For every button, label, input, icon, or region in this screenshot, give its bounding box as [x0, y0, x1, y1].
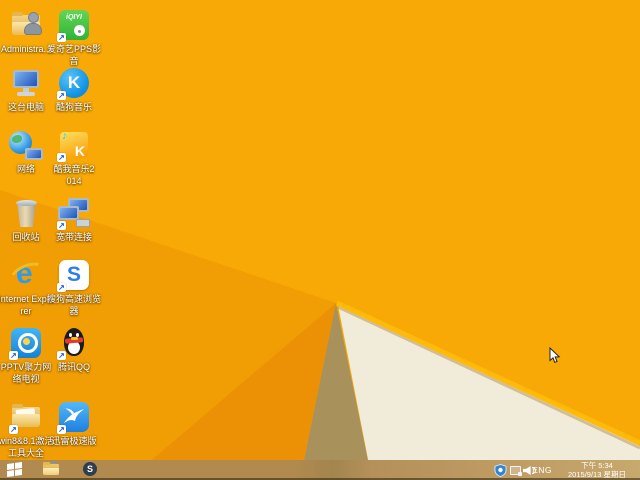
desktop-icon-sogou-browser[interactable]: S ↗ 搜狗高速浏览器 [45, 258, 103, 317]
pptv-icon: ↗ [9, 326, 43, 360]
iqiyi-icon: iQIYI ↗ [57, 8, 91, 42]
icon-label: 酷我音乐2014 [53, 164, 95, 186]
sogou-browser-taskbar-button[interactable]: S [78, 460, 104, 478]
shortcut-arrow-icon: ↗ [57, 153, 66, 162]
icon-label: 宽带连接 [55, 232, 92, 242]
shortcut-arrow-icon: ↗ [57, 91, 66, 100]
taskbar: S ENG 下午 5:34 2015/9/13 星期日 [0, 460, 640, 480]
desktop-icon-xunlei[interactable]: ↗ 迅雷极速版 [45, 400, 103, 448]
kuwo-icon: ♪ K ↗ [57, 128, 91, 162]
clock-time: 下午 5:34 [581, 461, 613, 470]
icon-label: 腾讯QQ [57, 362, 90, 372]
shortcut-arrow-icon: ↗ [57, 283, 66, 292]
desktop-icon-kuwo-music[interactable]: ♪ K ↗ 酷我音乐2014 [45, 128, 103, 187]
kugou-icon: K ↗ [57, 66, 91, 100]
taskbar-clock[interactable]: 下午 5:34 2015/9/13 星期日 [559, 461, 635, 479]
windows-logo-icon [7, 461, 22, 478]
broadband-connection-icon: ↗ [57, 196, 91, 230]
icon-label: 搜狗高速浏览器 [46, 294, 101, 316]
security-shield-tray-icon[interactable] [494, 464, 507, 477]
icon-label: 迅雷极速版 [51, 436, 97, 446]
shortcut-arrow-icon: ↗ [9, 425, 18, 434]
desktop: Administra... 这台电脑 网络 回收站 e Internet Exp… [0, 0, 640, 480]
administrator-folder-icon [9, 8, 43, 42]
icon-label: 酷狗音乐 [55, 102, 92, 112]
language-indicator[interactable]: ENG [532, 465, 552, 475]
start-button[interactable] [2, 460, 28, 478]
desktop-icon-iqiyi-pps[interactable]: iQIYI ↗ 爱奇艺PPS影音 [45, 8, 103, 67]
sogou-browser-icon: S ↗ [57, 258, 91, 292]
clock-date: 2015/9/13 星期日 [568, 470, 626, 479]
desktop-icon-kugou-music[interactable]: K ↗ 酷狗音乐 [45, 66, 103, 114]
shortcut-arrow-icon: ↗ [57, 425, 66, 434]
mouse-cursor [549, 346, 561, 369]
shortcut-arrow-icon: ↗ [57, 221, 66, 230]
shortcut-arrow-icon: ↗ [9, 351, 18, 360]
icon-label: 爱奇艺PPS影音 [46, 44, 101, 66]
network-globe-icon [9, 128, 43, 162]
network-tray-icon[interactable] [509, 464, 522, 477]
internet-explorer-icon: e [6, 257, 50, 294]
file-explorer-button[interactable] [38, 460, 64, 478]
sogou-icon: S [83, 462, 97, 476]
desktop-icon-tencent-qq[interactable]: ↗ 腾讯QQ [45, 326, 103, 374]
recycle-bin-icon [9, 196, 43, 230]
qq-penguin-icon: ↗ [57, 326, 91, 360]
xunlei-bird-icon: ↗ [57, 400, 91, 434]
shortcut-arrow-icon: ↗ [57, 351, 66, 360]
desktop-icon-broadband-connection[interactable]: ↗ 宽带连接 [45, 196, 103, 244]
computer-icon [9, 66, 43, 100]
shortcut-arrow-icon: ↗ [57, 33, 66, 42]
folder-icon: ↗ [9, 400, 43, 434]
